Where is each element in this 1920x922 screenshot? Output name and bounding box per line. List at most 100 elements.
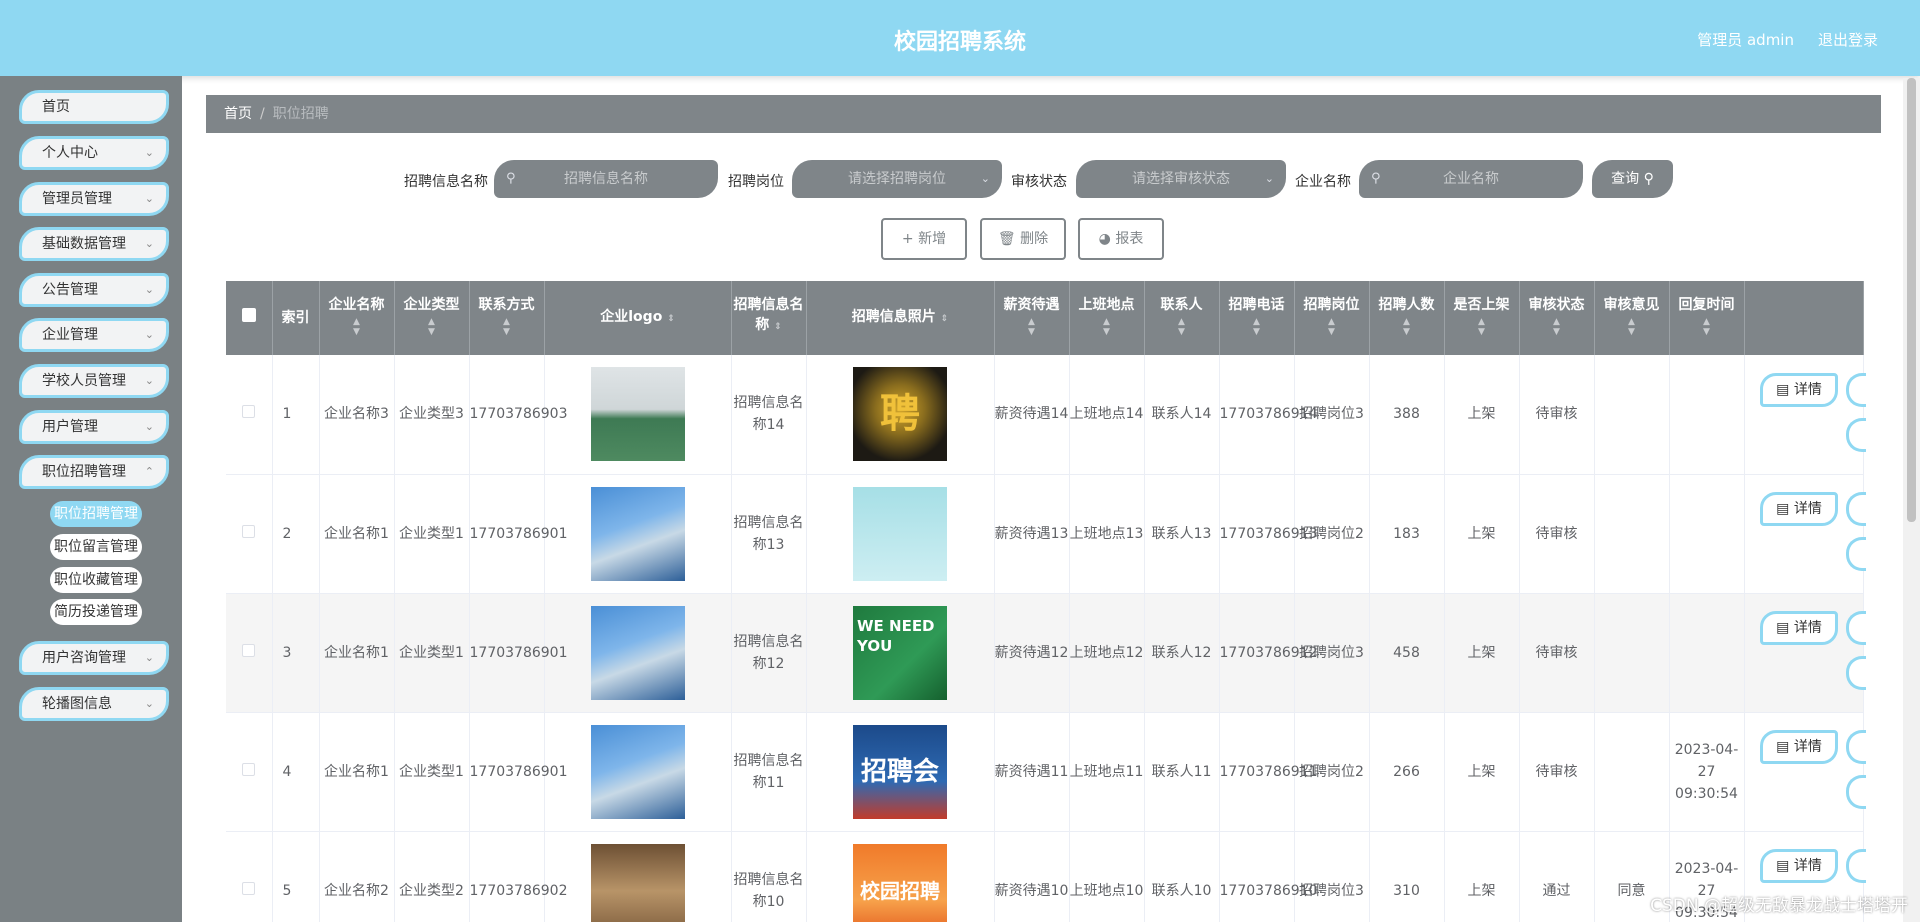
search-icon: ⚲	[1643, 171, 1654, 187]
sidebar-item-home[interactable]: 首页	[19, 90, 169, 124]
col-header-tel[interactable]: 招聘电话 ▲ ▼	[1219, 281, 1295, 355]
cell-company: 企业名称3	[319, 355, 395, 475]
col-header-type[interactable]: 企业类型 ▲ ▼	[394, 281, 470, 355]
scrollbar-thumb[interactable]	[1907, 78, 1916, 522]
cell-post: 招聘岗位3	[1294, 355, 1370, 475]
col-header-company[interactable]: 企业名称 ▲ ▼	[319, 281, 395, 355]
status-select[interactable]: 请选择审核状态 ⌄	[1076, 160, 1286, 198]
col-header-post[interactable]: 招聘岗位 ▲ ▼	[1294, 281, 1370, 355]
chevron-down-icon: ⌄	[144, 420, 154, 433]
cell-phone: 17703786901	[469, 712, 567, 832]
plus-icon: +	[901, 231, 914, 247]
table-row: 5 企业名称2 企业类型2 17703786902 招聘信息名称10 校园招聘 …	[226, 831, 1864, 922]
sidebar-item-job-recruit[interactable]: 职位招聘管理 ⌃	[19, 455, 169, 489]
company-input[interactable]: ⚲ 企业名称	[1359, 160, 1583, 198]
col-header-salary[interactable]: 薪资待遇 ▲ ▼	[994, 281, 1070, 355]
cell-post: 招聘岗位3	[1294, 831, 1370, 922]
delete-button[interactable]: 🗑 删除	[980, 218, 1066, 260]
info-name-label: 招聘信息名称	[404, 174, 488, 190]
col-header-shelf[interactable]: 是否上架 ▲ ▼	[1444, 281, 1520, 355]
col-header-photo[interactable]: 招聘信息照片 ⇕	[806, 281, 995, 355]
sidebar-item-admin[interactable]: 管理员管理 ⌄	[19, 182, 169, 216]
cell-phone: 17703786901	[469, 474, 567, 594]
sidebar-item-basic-data[interactable]: 基础数据管理 ⌄	[19, 227, 169, 261]
cell-contact: 联系人12	[1144, 593, 1220, 713]
add-button[interactable]: + 新增	[881, 218, 967, 260]
cell-opinion	[1594, 355, 1670, 475]
col-header-place[interactable]: 上班地点 ▲ ▼	[1069, 281, 1145, 355]
trash-icon: 🗑	[997, 231, 1016, 247]
breadcrumb-home[interactable]: 首页	[224, 106, 252, 122]
cell-count: 458	[1369, 593, 1445, 713]
sidebar-item-enterprise[interactable]: 企业管理 ⌄	[19, 318, 169, 352]
sort-icon: ▲ ▼	[428, 317, 435, 337]
query-button[interactable]: 查询 ⚲	[1592, 160, 1673, 198]
row-checkbox[interactable]	[226, 831, 273, 922]
sidebar-item-user-consult[interactable]: 用户咨询管理 ⌄	[19, 641, 169, 675]
recruit-table: 索引 企业名称 ▲ ▼ 企业类型 ▲ ▼ 联系方式 ▲ ▼ 企业logo ⇕ 招聘信息名称 …	[226, 281, 1864, 922]
detail-button[interactable]: ▤ 详情	[1760, 730, 1838, 764]
row-checkbox[interactable]	[226, 593, 273, 713]
sort-icon: ▲ ▼	[353, 317, 360, 337]
chevron-down-icon: ⌄	[144, 651, 154, 664]
sort-icon: ▲ ▼	[1028, 317, 1035, 337]
document-icon: ▤	[1776, 739, 1790, 755]
sidebar-item-label: 基础数据管理	[42, 236, 126, 252]
cell-salary: 薪资待遇10	[994, 831, 1070, 922]
cell-company: 企业名称1	[319, 593, 395, 713]
chevron-down-icon: ⌄	[144, 192, 154, 205]
col-header-reply[interactable]: 回复时间 ▲ ▼	[1669, 281, 1745, 355]
company-label: 企业名称	[1295, 174, 1351, 190]
detail-button[interactable]: ▤ 详情	[1760, 849, 1838, 883]
recruit-photo-image: WE NEED YOU	[853, 605, 947, 700]
cell-shelf: 上架	[1444, 355, 1520, 475]
col-header-logo[interactable]: 企业logo ⇕	[544, 281, 732, 355]
cell-shelf: 上架	[1444, 712, 1520, 832]
detail-button[interactable]: ▤ 详情	[1760, 492, 1838, 526]
row-checkbox[interactable]	[226, 474, 273, 594]
sidebar-item-notice[interactable]: 公告管理 ⌄	[19, 273, 169, 307]
col-header-info[interactable]: 招聘信息名称 ⇕	[731, 281, 807, 355]
sidebar-item-carousel[interactable]: 轮播图信息 ⌄	[19, 687, 169, 721]
col-header-contact[interactable]: 联系人 ▲ ▼	[1144, 281, 1220, 355]
cell-company: 企业名称1	[319, 474, 395, 594]
sidebar-item-users[interactable]: 用户管理 ⌄	[19, 410, 169, 444]
col-header-index: 索引	[272, 281, 320, 355]
cell-opinion	[1594, 593, 1670, 713]
cell-count: 183	[1369, 474, 1445, 594]
detail-button[interactable]: ▤ 详情	[1760, 373, 1838, 407]
logout-link[interactable]: 退出登录	[1818, 29, 1878, 50]
post-select[interactable]: 请选择招聘岗位 ⌄	[792, 160, 1002, 198]
sidebar-item-school-staff[interactable]: 学校人员管理 ⌄	[19, 364, 169, 398]
chevron-down-icon: ⌄	[980, 172, 990, 185]
col-header-opinion[interactable]: 审核意见 ▲ ▼	[1594, 281, 1670, 355]
submenu-job-message-manage[interactable]: 职位留言管理	[50, 534, 142, 560]
sidebar-item-label: 用户管理	[42, 419, 98, 435]
cell-index: 1	[272, 355, 320, 475]
row-checkbox[interactable]	[226, 355, 273, 475]
cell-info: 招聘信息名称11	[731, 712, 807, 832]
placeholder: 企业名称	[1443, 171, 1499, 187]
page-scrollbar[interactable]	[1903, 78, 1920, 922]
sidebar-item-personal-center[interactable]: 个人中心 ⌄	[19, 136, 169, 170]
cell-contact: 联系人10	[1144, 831, 1220, 922]
cell-salary: 薪资待遇13	[994, 474, 1070, 594]
sidebar-item-label: 轮播图信息	[42, 696, 112, 712]
col-header-count[interactable]: 招聘人数 ▲ ▼	[1369, 281, 1445, 355]
col-header-phone[interactable]: 联系方式 ▲ ▼	[469, 281, 545, 355]
select-all-checkbox[interactable]	[226, 281, 273, 355]
sidebar: 首页 个人中心 ⌄ 管理员管理 ⌄ 基础数据管理 ⌄ 公告管理 ⌄ 企业管理 ⌄ 学校人员…	[0, 76, 182, 922]
col-header-status[interactable]: 审核状态 ▲ ▼	[1519, 281, 1595, 355]
submenu-resume-delivery-manage[interactable]: 简历投递管理	[50, 599, 142, 625]
cell-tel: 17703786914	[1219, 355, 1317, 475]
detail-button[interactable]: ▤ 详情	[1760, 611, 1838, 645]
submenu-job-favorite-manage[interactable]: 职位收藏管理	[50, 567, 142, 593]
chevron-down-icon: ⌄	[1264, 172, 1274, 185]
report-button[interactable]: ◕ 报表	[1078, 218, 1164, 260]
sort-icon: ▲ ▼	[1178, 317, 1185, 337]
info-name-input[interactable]: ⚲ 招聘信息名称	[494, 160, 718, 198]
sort-icon: ▲ ▼	[1478, 317, 1485, 337]
search-icon: ⚲	[506, 171, 516, 186]
submenu-job-recruit-manage[interactable]: 职位招聘管理	[50, 501, 142, 527]
row-checkbox[interactable]	[226, 712, 273, 832]
